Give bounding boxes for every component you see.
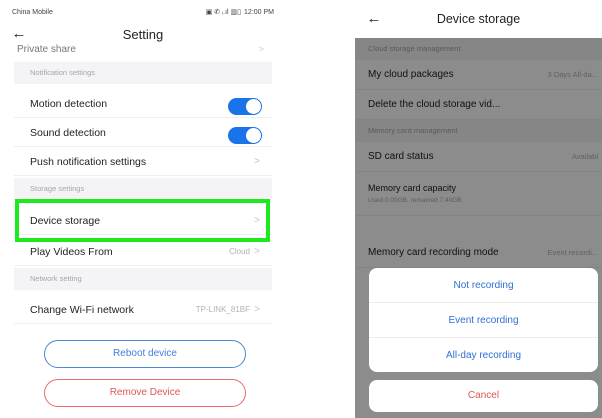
play-videos-from-row[interactable]: Play Videos From Cloud > (14, 238, 272, 266)
sound-detection-toggle[interactable] (228, 127, 262, 144)
status-time: 12:00 PM (244, 8, 274, 16)
motion-detection-label: Motion detection (30, 98, 108, 110)
toggle-knob (246, 128, 261, 143)
all-day-recording-option[interactable]: All-day recording (369, 338, 598, 372)
device-storage-header: ← Device storage (355, 0, 602, 38)
device-storage-highlight-box (15, 199, 270, 242)
push-notification-label: Push notification settings (30, 156, 147, 168)
page-title: Device storage (436, 12, 521, 26)
chevron-right-icon: > (254, 156, 260, 167)
play-videos-from-label: Play Videos From (30, 246, 113, 258)
sound-detection-label: Sound detection (30, 127, 106, 139)
page-title: Setting (122, 27, 164, 42)
toggle-knob (246, 99, 261, 114)
reboot-device-button[interactable]: Reboot device (44, 340, 246, 368)
change-wifi-label: Change Wi-Fi network (30, 304, 134, 316)
status-icons: ▣ ✆ ᵢ.ıl ▥▯ 12:00 PM (205, 8, 274, 17)
storage-settings-header: Storage settings (14, 178, 272, 200)
chevron-right-icon: > (254, 304, 260, 315)
sound-detection-row: Sound detection (14, 119, 272, 147)
remove-device-button[interactable]: Remove Device (44, 379, 246, 407)
motion-detection-toggle[interactable] (228, 98, 262, 115)
play-videos-from-value: Cloud (229, 247, 250, 256)
recording-mode-action-sheet: Not recording Event recording All-day re… (369, 268, 598, 372)
device-storage-screen: ← Device storage Cloud storage managemen… (355, 0, 602, 418)
wifi-network-value: TP-LINK_81BF (195, 305, 250, 314)
cancel-button[interactable]: Cancel (369, 380, 598, 412)
not-recording-option[interactable]: Not recording (369, 268, 598, 303)
event-recording-option[interactable]: Event recording (369, 303, 598, 338)
settings-screen: China Mobile ▣ ✆ ᵢ.ıl ▥▯ 12:00 PM ← Sett… (0, 0, 286, 418)
chevron-right-icon: > (258, 44, 264, 54)
status-bar: China Mobile ▣ ✆ ᵢ.ıl ▥▯ 12:00 PM (12, 6, 274, 18)
status-indicator-icons: ▣ ✆ ᵢ.ıl ▥▯ (205, 9, 242, 16)
motion-detection-row: Motion detection (14, 90, 272, 118)
chevron-right-icon: > (254, 246, 260, 257)
change-wifi-row[interactable]: Change Wi-Fi network TP-LINK_81BF > (14, 296, 272, 324)
network-setting-header: Network setting (14, 268, 272, 290)
push-notification-row[interactable]: Push notification settings > (14, 148, 272, 176)
private-share-row[interactable]: Private share (17, 42, 76, 54)
notification-settings-header: Notification settings (14, 62, 272, 84)
carrier-label: China Mobile (12, 8, 53, 16)
